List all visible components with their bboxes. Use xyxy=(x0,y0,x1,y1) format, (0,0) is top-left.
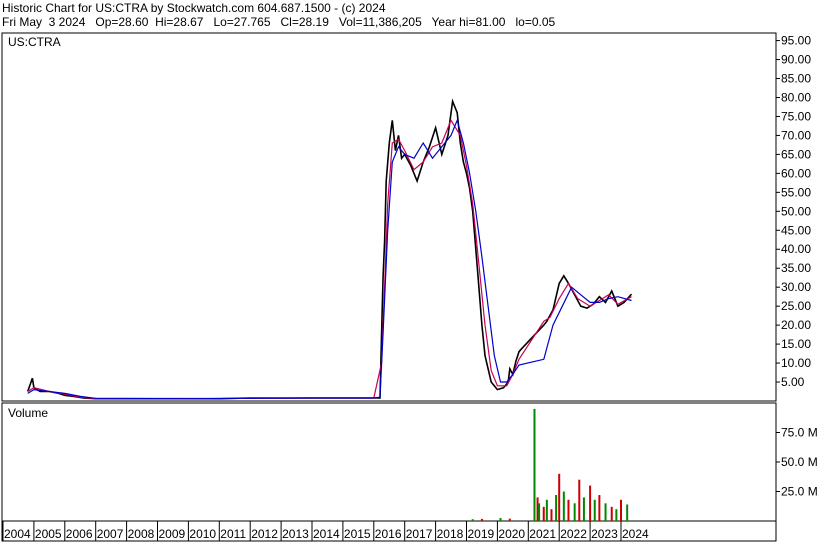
volume-bar xyxy=(538,503,541,521)
year-tick-label: 2006 xyxy=(66,527,93,541)
price-tick-label: 25.00 xyxy=(781,299,811,313)
volume-bar xyxy=(542,506,545,521)
price-panel-label: US:CTRA xyxy=(8,35,61,49)
price-tick-label: 95.00 xyxy=(781,34,811,48)
year-tick-label: 2018 xyxy=(437,527,464,541)
year-tick-label: 2016 xyxy=(375,527,402,541)
volume-bar xyxy=(499,518,502,521)
volume-bar xyxy=(615,509,618,521)
year-tick-label: 2017 xyxy=(406,527,433,541)
price-tick-label: 90.00 xyxy=(781,53,811,67)
volume-bar xyxy=(573,503,576,521)
price-tick-label: 35.00 xyxy=(781,261,811,275)
price-tick-label: 30.00 xyxy=(781,280,811,294)
volume-bar xyxy=(567,499,570,521)
year-tick-label: 2021 xyxy=(529,527,556,541)
volume-bar xyxy=(545,499,548,521)
price-tick-label: 15.00 xyxy=(781,337,811,351)
stock-chart: US:CTRA Volume 95.00 90.00 85.00 80.00 75.00… xyxy=(1,32,818,542)
year-tick-label: 2008 xyxy=(128,527,155,541)
year-tick-label: 2015 xyxy=(344,527,371,541)
year-tick-label: 2024 xyxy=(622,527,649,541)
volume-bar xyxy=(471,519,474,521)
price-tick-label: 70.00 xyxy=(781,128,811,142)
price-series-line-0 xyxy=(26,98,633,400)
year-tick-label: 2005 xyxy=(35,527,62,541)
year-tick-label: 2023 xyxy=(591,527,618,541)
volume-bar xyxy=(480,518,483,521)
year-tick-label: 2011 xyxy=(220,527,246,541)
volume-bar xyxy=(555,495,558,521)
volume-bar xyxy=(593,499,596,521)
volume-tick-label: 50.0 M xyxy=(781,455,818,469)
volume-bar xyxy=(533,408,536,521)
price-tick-label: 5.00 xyxy=(781,375,805,389)
volume-bar xyxy=(626,504,629,521)
year-tick-label: 2012 xyxy=(251,527,278,541)
price-tick-label: 80.00 xyxy=(781,90,811,104)
price-tick-label: 55.00 xyxy=(781,185,811,199)
volume-bar xyxy=(550,509,553,521)
price-tick-label: 45.00 xyxy=(781,223,811,237)
volume-bar xyxy=(558,473,561,521)
year-tick-label: 2014 xyxy=(313,527,340,541)
price-tick-label: 85.00 xyxy=(781,72,811,86)
volume-tick-label: 25.0 M xyxy=(781,485,818,499)
year-tick-label: 2007 xyxy=(97,527,124,541)
volume-bar xyxy=(508,518,511,521)
year-tick-label: 2009 xyxy=(159,527,186,541)
price-series-line-2 xyxy=(27,118,632,400)
year-tick-label: 2022 xyxy=(560,527,587,541)
volume-panel-frame xyxy=(1,402,777,522)
volume-bar xyxy=(610,506,613,521)
volume-bar xyxy=(604,503,607,521)
volume-bar xyxy=(598,495,601,521)
price-tick-label: 75.00 xyxy=(781,109,811,123)
year-tick-label: 2010 xyxy=(189,527,216,541)
year-tick-label: 2013 xyxy=(282,527,309,541)
volume-tick-label: 75.0 M xyxy=(781,426,818,440)
year-tick-label: 2020 xyxy=(498,527,525,541)
volume-bar xyxy=(589,485,592,521)
price-tick-label: 50.00 xyxy=(781,204,811,218)
price-tick-label: 10.00 xyxy=(781,356,811,370)
volume-panel-label: Volume xyxy=(8,406,48,420)
price-series-line-1 xyxy=(27,118,632,400)
price-tick-label: 65.00 xyxy=(781,147,811,161)
price-tick-label: 60.00 xyxy=(781,166,811,180)
price-tick-label: 40.00 xyxy=(781,242,811,256)
year-tick-label: 2019 xyxy=(468,527,495,541)
volume-bar xyxy=(578,479,581,521)
volume-bar xyxy=(562,491,565,521)
volume-bar xyxy=(582,497,585,521)
volume-bar xyxy=(620,499,622,521)
year-tick-label: 2004 xyxy=(4,527,31,541)
price-tick-label: 20.00 xyxy=(781,318,811,332)
